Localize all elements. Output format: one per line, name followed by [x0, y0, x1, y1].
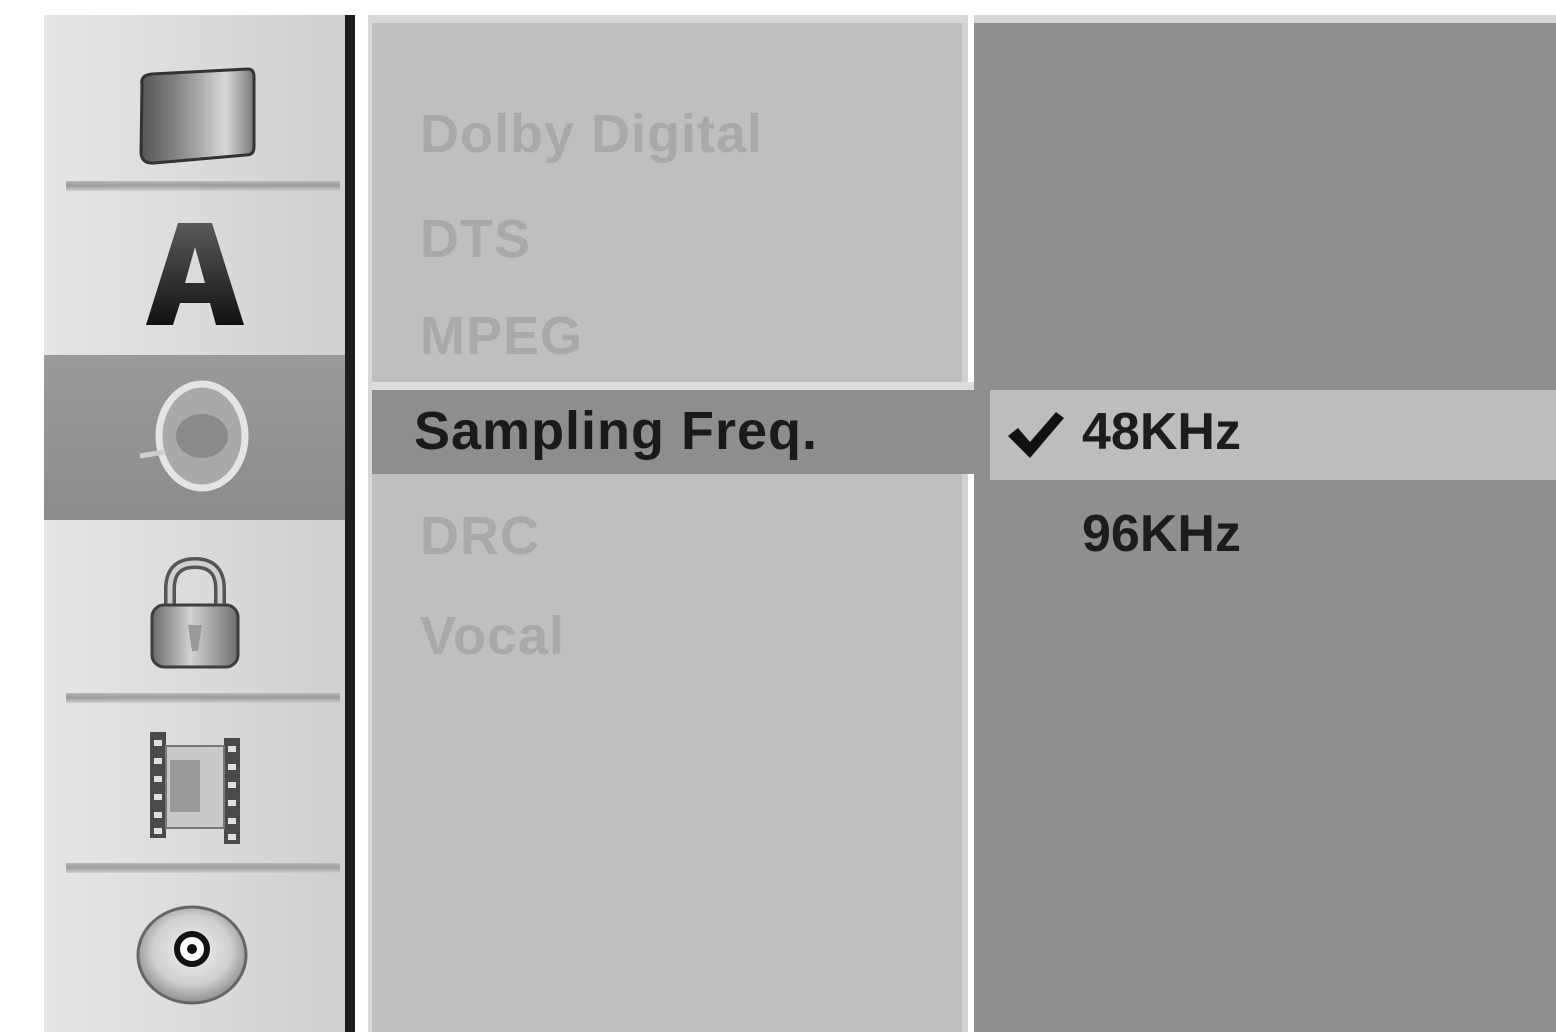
sidebar-item-disc[interactable] — [44, 880, 346, 1030]
lock-icon — [150, 556, 240, 669]
sidebar-separator — [345, 15, 355, 1032]
value-label-48khz: 48KHz — [1082, 403, 1241, 461]
value-option-48khz[interactable]: 48KHz — [990, 390, 1556, 480]
audio-disc-icon — [139, 380, 249, 491]
sidebar-item-movie[interactable] — [44, 705, 346, 865]
option-dts[interactable]: DTS — [420, 208, 531, 270]
sidebar-item-audio[interactable] — [44, 355, 346, 520]
tv-icon — [139, 67, 256, 165]
value-label-96khz: 96KHz — [1082, 505, 1241, 563]
sidebar-item-lock[interactable] — [44, 535, 346, 695]
sidebar-divider — [66, 181, 340, 191]
film-icon — [150, 732, 240, 844]
option-vocal[interactable]: Vocal — [420, 605, 565, 667]
sidebar-divider — [66, 863, 340, 873]
option-sampling-freq[interactable]: Sampling Freq. — [372, 382, 982, 474]
option-mpeg[interactable]: MPEG — [420, 305, 583, 367]
option-dolby-digital[interactable]: Dolby Digital — [420, 103, 763, 165]
audio-options-list: Dolby Digital DTS MPEG DRC Vocal — [368, 15, 968, 1032]
check-icon — [1008, 412, 1064, 458]
sidebar-item-language[interactable] — [44, 195, 346, 355]
settings-category-sidebar — [44, 15, 346, 1032]
option-sampling-freq-label: Sampling Freq. — [414, 401, 819, 461]
sidebar-item-display[interactable] — [44, 45, 346, 195]
option-drc[interactable]: DRC — [420, 505, 540, 567]
value-option-96khz[interactable]: 96KHz — [990, 492, 1556, 582]
disc-icon — [136, 905, 248, 1005]
sidebar-divider — [66, 693, 340, 703]
language-icon — [146, 223, 244, 325]
